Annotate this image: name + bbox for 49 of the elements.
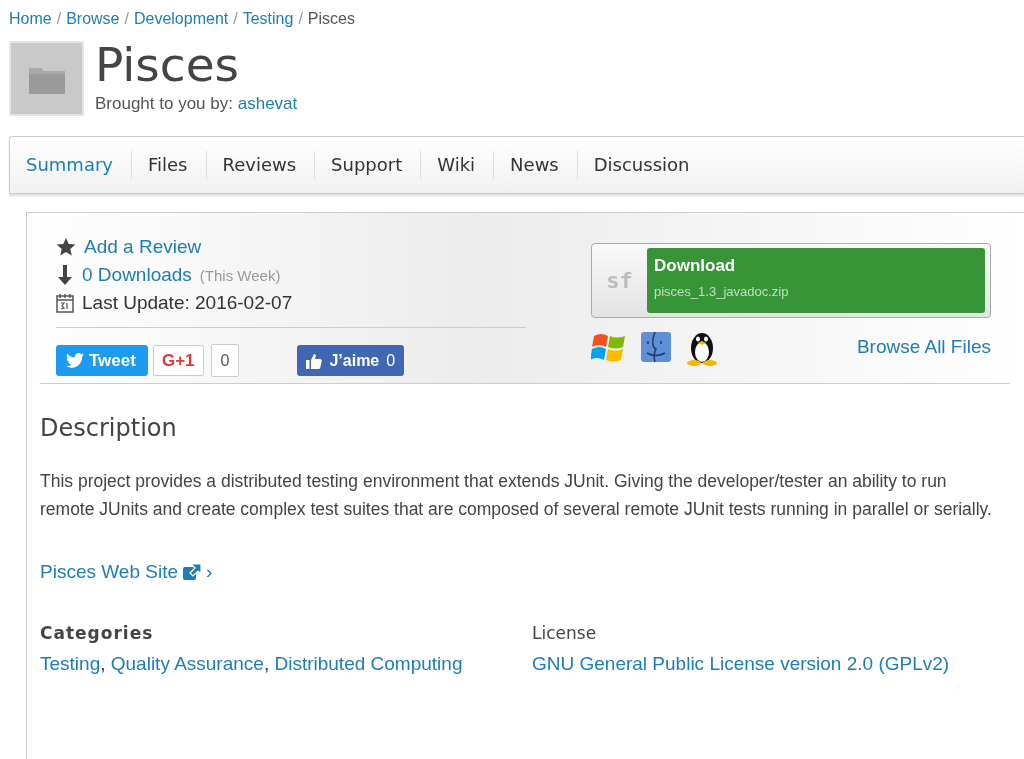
project-logo-icon	[9, 41, 84, 116]
description-text: This project provides a distributed testing environment that extends JUnit. Giving the developer/tester an ability to run remote JUnits and create complex test suites that are composed of several remote JUnit tests running in parallel or serially.	[40, 470, 993, 521]
breadcrumb-current: Pisces	[307, 10, 355, 28]
description-heading: Description	[40, 414, 178, 442]
breadcrumb-separator: /	[124, 10, 129, 28]
category-link[interactable]: Distributed Computing	[274, 653, 463, 674]
down-arrow-icon	[56, 265, 74, 285]
google-plus-button[interactable]: G+1	[152, 345, 204, 376]
website-link[interactable]: Pisces Web Site	[40, 561, 178, 583]
category-separator: ,	[100, 653, 106, 674]
license-link[interactable]: GNU General Public License version 2.0 (GPLv2)	[532, 653, 950, 674]
byline-label: Brought to you by:	[95, 94, 233, 113]
last-update: Last Update: 2016-02-07	[82, 292, 293, 314]
category-separator: ,	[263, 653, 270, 674]
breadcrumb-separator: /	[233, 10, 238, 28]
finder-face-icon	[639, 330, 673, 364]
license-heading: License	[532, 623, 598, 643]
downloads-link[interactable]: 0 Downloads	[82, 264, 192, 286]
download-button[interactable]: Download pisces_1.3_javadoc.zip	[647, 248, 985, 313]
breadcrumb-separator: /	[298, 10, 303, 28]
share-count: 0	[210, 344, 240, 377]
like-button[interactable]: J’aime 0	[297, 345, 405, 376]
bird-icon	[66, 353, 84, 368]
category-link[interactable]: Testing	[40, 653, 101, 674]
add-review-link[interactable]: Add a Review	[84, 236, 202, 258]
breadcrumb-link[interactable]: Home	[9, 10, 52, 28]
breadcrumb-link[interactable]: Browse	[66, 10, 120, 28]
tab[interactable]: Reviews	[206, 151, 316, 179]
breadcrumb-separator: /	[56, 10, 62, 28]
breadcrumb-link[interactable]: Development	[133, 10, 229, 28]
tab[interactable]: Support	[315, 151, 422, 179]
tab[interactable]: Files	[132, 151, 207, 179]
downloads-period: (This Week)	[199, 266, 281, 284]
tab[interactable]: Discussion	[577, 151, 708, 179]
category-link[interactable]: Quality Assurance	[110, 653, 264, 674]
thumbs-up-icon	[306, 352, 323, 369]
star-icon	[56, 237, 76, 257]
tweet-button[interactable]: Tweet	[56, 345, 148, 376]
breadcrumb-link[interactable]: Testing	[242, 10, 294, 28]
author-link[interactable]: ashevat	[237, 94, 298, 113]
browse-files-link[interactable]: Browse All Files	[856, 336, 991, 358]
tab[interactable]: Summary	[10, 151, 132, 179]
chevron-icon: ›	[206, 561, 213, 583]
calendar-icon	[56, 293, 74, 313]
tab[interactable]: News	[494, 151, 578, 179]
categories-heading: Categories	[40, 623, 155, 643]
external-link-icon	[182, 563, 202, 581]
tab[interactable]: Wiki	[421, 151, 495, 179]
project-title: Pisces	[95, 36, 241, 94]
